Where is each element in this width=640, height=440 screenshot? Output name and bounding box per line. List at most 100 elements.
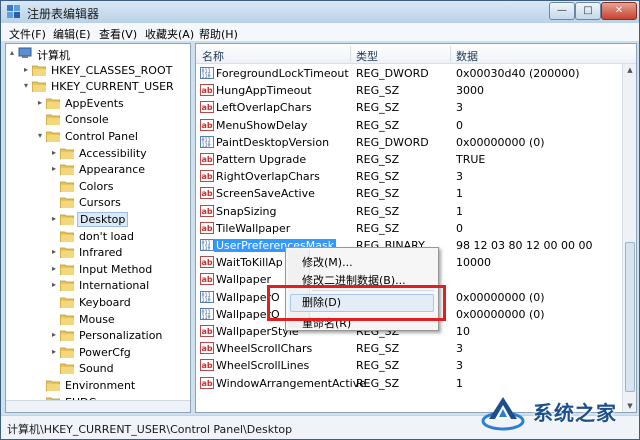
tree-item[interactable]: ▸ Accessibility bbox=[6, 145, 186, 162]
value-name: ScreenSaveActive bbox=[216, 187, 315, 201]
tree-item[interactable]: Environment bbox=[6, 377, 186, 394]
value-data: 3000 bbox=[456, 84, 484, 98]
tree-item[interactable]: don't load bbox=[6, 228, 186, 245]
tree-horizontal-scrollbar[interactable] bbox=[6, 400, 190, 412]
tree-item-label: Accessibility bbox=[79, 146, 147, 160]
value-data: 98 12 03 80 12 00 00 00 bbox=[456, 239, 593, 252]
table-row[interactable]: ab WheelScrollLines REG_SZ 3 bbox=[196, 357, 622, 374]
svg-text:ab: ab bbox=[202, 207, 213, 216]
expander-arrow-icon[interactable]: ▸ bbox=[50, 281, 58, 289]
table-row[interactable]: ab LeftOverlapChars REG_SZ 3 bbox=[196, 99, 622, 116]
value-name: TileWallpaper bbox=[216, 221, 291, 235]
tree-item[interactable]: ▸ Appearance bbox=[6, 161, 186, 178]
expander-arrow-icon[interactable]: ▸ bbox=[50, 215, 58, 223]
value-type: REG_SZ bbox=[356, 221, 400, 235]
table-row[interactable]: ab TileWallpaper REG_SZ 0 bbox=[196, 220, 622, 237]
expander-arrow-icon[interactable]: ▸ bbox=[50, 148, 58, 157]
binary-value-icon: 011110 bbox=[200, 239, 214, 251]
expander-arrow-icon[interactable]: ▾ bbox=[22, 82, 30, 90]
folder-icon bbox=[60, 363, 74, 375]
value-type: REG_SZ bbox=[356, 101, 400, 115]
tree-item[interactable]: ▸ International bbox=[6, 277, 186, 294]
folder-icon bbox=[60, 197, 74, 209]
scroll-up-arrow-icon[interactable]: ▲ bbox=[625, 65, 635, 75]
folder-icon bbox=[60, 231, 74, 242]
svg-text:ab: ab bbox=[202, 275, 213, 284]
string-value-icon: ab bbox=[200, 256, 214, 269]
value-type: REG_SZ bbox=[356, 153, 400, 166]
expander-arrow-icon[interactable]: ▸ bbox=[50, 165, 58, 173]
tree-item-label: Control Panel bbox=[65, 130, 138, 143]
tree-item[interactable]: ▸ AppEvents bbox=[6, 95, 186, 112]
close-button[interactable]: ✕ bbox=[601, 2, 637, 20]
tree-item[interactable]: ▸ Desktop bbox=[6, 211, 186, 228]
tree-item[interactable]: Sound bbox=[6, 360, 186, 377]
title-bar[interactable]: 注册表编辑器 — □ ✕ bbox=[1, 1, 639, 23]
expander-arrow-icon[interactable]: ▸ bbox=[22, 65, 30, 74]
tree-item[interactable]: ▸ Infrared bbox=[6, 244, 186, 261]
tree-item[interactable]: ▾ HKEY_CURRENT_USER bbox=[6, 78, 186, 95]
registry-tree[interactable]: ▴ 计算机 ▸ HKEY_CLASSES_ROOT ▾ HKEY_CURRENT_USER… bbox=[5, 43, 191, 413]
tree-item[interactable]: ▴ 计算机 bbox=[6, 45, 186, 62]
menu-file[interactable]: 文件(F) bbox=[9, 26, 46, 42]
value-data: 10 bbox=[456, 325, 470, 338]
binary-value-icon: 011110 bbox=[200, 290, 214, 303]
table-row[interactable]: ab ScreenSaveActive REG_SZ 1 bbox=[196, 185, 622, 202]
column-separator[interactable] bbox=[350, 46, 351, 62]
menu-favorites[interactable]: 收藏夹(A) bbox=[145, 26, 194, 42]
expander-arrow-icon[interactable]: ▸ bbox=[50, 248, 58, 256]
folder-icon bbox=[60, 314, 74, 325]
expander-arrow-icon[interactable]: ▸ bbox=[50, 331, 58, 339]
context-item-modify[interactable]: 修改(M)... bbox=[302, 254, 353, 270]
tree-item-label: Personalization bbox=[79, 329, 163, 343]
table-row[interactable]: ab MenuShowDelay REG_SZ 0 bbox=[196, 117, 622, 134]
column-header-data[interactable]: 数据 bbox=[456, 48, 478, 64]
tree-item[interactable]: ▸ Personalization bbox=[6, 327, 186, 344]
value-name: Pattern Upgrade bbox=[216, 153, 307, 166]
menu-edit[interactable]: 编辑(E) bbox=[53, 26, 91, 42]
tree-item[interactable]: Mouse bbox=[6, 311, 186, 328]
menu-help[interactable]: 帮助(H) bbox=[199, 26, 238, 42]
minimize-button[interactable]: — bbox=[549, 2, 575, 20]
scrollbar-thumb[interactable] bbox=[625, 242, 635, 392]
maximize-button[interactable]: □ bbox=[575, 2, 601, 20]
tree-item[interactable]: Colors bbox=[6, 178, 186, 195]
folder-icon bbox=[32, 65, 46, 76]
binary-value-icon: 011110 bbox=[200, 135, 214, 148]
expander-arrow-icon[interactable]: ▴ bbox=[8, 49, 16, 57]
tree-item[interactable]: ▸ PowerCfg bbox=[6, 344, 186, 361]
table-row[interactable]: ab HungAppTimeout REG_SZ 3000 bbox=[196, 82, 622, 99]
table-row[interactable]: ab Pattern Upgrade REG_SZ TRUE bbox=[196, 151, 622, 168]
window-title: 注册表编辑器 bbox=[27, 7, 100, 21]
menu-view[interactable]: 查看(V) bbox=[99, 26, 137, 42]
tree-item[interactable]: Keyboard bbox=[6, 294, 186, 311]
table-row[interactable]: ab WheelScrollChars REG_SZ 3 bbox=[196, 340, 622, 357]
column-header-name[interactable]: 名称 bbox=[202, 48, 224, 64]
folder-icon bbox=[60, 148, 74, 159]
computer-icon bbox=[18, 47, 32, 58]
expander-arrow-icon[interactable]: ▸ bbox=[50, 264, 58, 273]
value-type: REG_SZ bbox=[356, 118, 400, 132]
tree-item[interactable]: ▾ Control Panel bbox=[6, 128, 186, 145]
svg-text:110: 110 bbox=[202, 314, 211, 320]
tree-item[interactable]: Cursors bbox=[6, 194, 186, 211]
column-header-type[interactable]: 类型 bbox=[356, 48, 378, 64]
tree-item[interactable]: Console bbox=[6, 111, 186, 128]
value-list[interactable]: 名称 类型 数据 ▲ ▼ 011 110 ForegroundLockTimeout… bbox=[195, 43, 637, 413]
expander-arrow-icon[interactable]: ▸ bbox=[50, 347, 58, 356]
tree-item-label: International bbox=[79, 279, 150, 293]
value-data: 3 bbox=[456, 170, 463, 184]
tree-item[interactable]: ▸ Input Method bbox=[6, 261, 186, 278]
value-data: 3 bbox=[456, 101, 463, 115]
table-row[interactable]: 011 110 PaintDesktopVersion REG_DWORD 0x0000… bbox=[196, 134, 622, 151]
tree-item-label: HKEY_CLASSES_ROOT bbox=[51, 63, 173, 77]
table-row[interactable]: 011 110 ForegroundLockTimeout REG_DWORD 0x00… bbox=[196, 65, 622, 82]
list-vertical-scrollbar[interactable]: ▲ ▼ bbox=[622, 64, 636, 412]
table-row[interactable]: ab RightOverlapChars REG_SZ 3 bbox=[196, 168, 622, 185]
table-row[interactable]: ab SnapSizing REG_SZ 1 bbox=[196, 203, 622, 220]
tree-item[interactable]: ▸ HKEY_CLASSES_ROOT bbox=[6, 62, 186, 79]
value-name: WheelScrollLines bbox=[216, 359, 310, 373]
column-separator[interactable] bbox=[450, 46, 451, 62]
expander-arrow-icon[interactable]: ▸ bbox=[36, 98, 44, 107]
expander-arrow-icon[interactable]: ▾ bbox=[36, 132, 44, 140]
